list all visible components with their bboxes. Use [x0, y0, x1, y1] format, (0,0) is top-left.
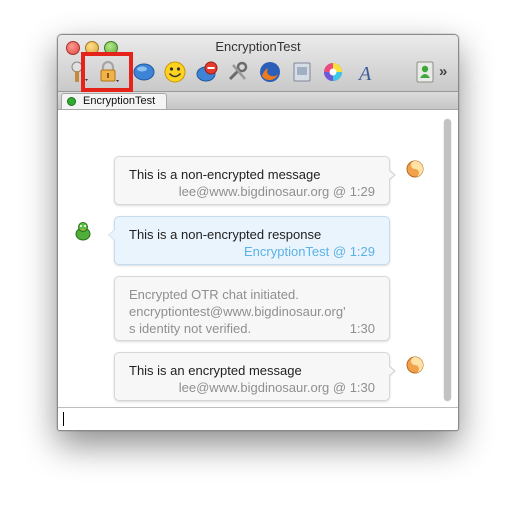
bubble-tail: [388, 365, 396, 377]
status-time: 1:30: [349, 321, 375, 336]
status-message: Encrypted OTR chat initiated. encryption…: [114, 276, 390, 341]
send-file-icon[interactable]: [289, 59, 315, 85]
browser-icon[interactable]: [257, 59, 283, 85]
message-text: This is a non-encrypted message: [129, 167, 321, 182]
color-wheel-icon[interactable]: [320, 59, 346, 85]
svg-text:A: A: [357, 63, 372, 85]
status-line: s identity not verified.: [129, 321, 252, 336]
status-line: encryptiontest@www.bigdinosaur.org': [129, 304, 346, 319]
message-bubble-outgoing: This is a non-encrypted message lee@www.…: [114, 156, 396, 205]
tab-encryptiontest[interactable]: EncryptionTest: [61, 93, 167, 109]
self-avatar-icon: [404, 158, 426, 180]
message-meta: EncryptionTest @ 1:29: [244, 244, 375, 259]
scroll-thumb[interactable]: [444, 119, 451, 401]
message-input[interactable]: [58, 407, 458, 430]
toolbar-overflow-button[interactable]: »: [439, 63, 447, 80]
text-caret: [63, 412, 64, 426]
message-icon[interactable]: [131, 59, 157, 85]
message-bubble-incoming: This is a non-encrypted response Encrypt…: [108, 216, 390, 265]
tab-bar: EncryptionTest: [58, 92, 458, 110]
transcript-scrollbar[interactable]: [443, 118, 452, 402]
self-avatar-icon: [404, 354, 426, 376]
chat-transcript: This is a non-encrypted message lee@www.…: [58, 110, 458, 407]
status-line-last: s identity not verified. 1:30: [129, 320, 375, 337]
tools-icon[interactable]: [225, 59, 251, 85]
title-bar: EncryptionTest A »: [58, 35, 458, 92]
message-text: This is a non-encrypted response: [129, 227, 322, 242]
message-text: This is an encrypted message: [129, 363, 302, 378]
message-meta: lee@www.bigdinosaur.org @ 1:29: [178, 184, 375, 199]
font-icon[interactable]: A: [352, 59, 378, 85]
status-line: Encrypted OTR chat initiated.: [129, 287, 299, 302]
chat-window: EncryptionTest A » EncryptionTest This i…: [57, 34, 459, 431]
tab-label: EncryptionTest: [83, 95, 156, 107]
smiley-icon[interactable]: [162, 59, 188, 85]
message-meta: lee@www.bigdinosaur.org @ 1:30: [178, 380, 375, 395]
status-icon[interactable]: [194, 59, 220, 85]
message-bubble-outgoing: This is an encrypted message lee@www.big…: [114, 352, 396, 401]
lock-highlight: [81, 52, 133, 92]
bubble-tail: [388, 169, 396, 181]
online-status-icon: [67, 97, 76, 106]
bubble-tail: [108, 229, 115, 241]
contact-info-icon[interactable]: [412, 59, 438, 85]
contact-avatar-icon: [72, 220, 94, 242]
